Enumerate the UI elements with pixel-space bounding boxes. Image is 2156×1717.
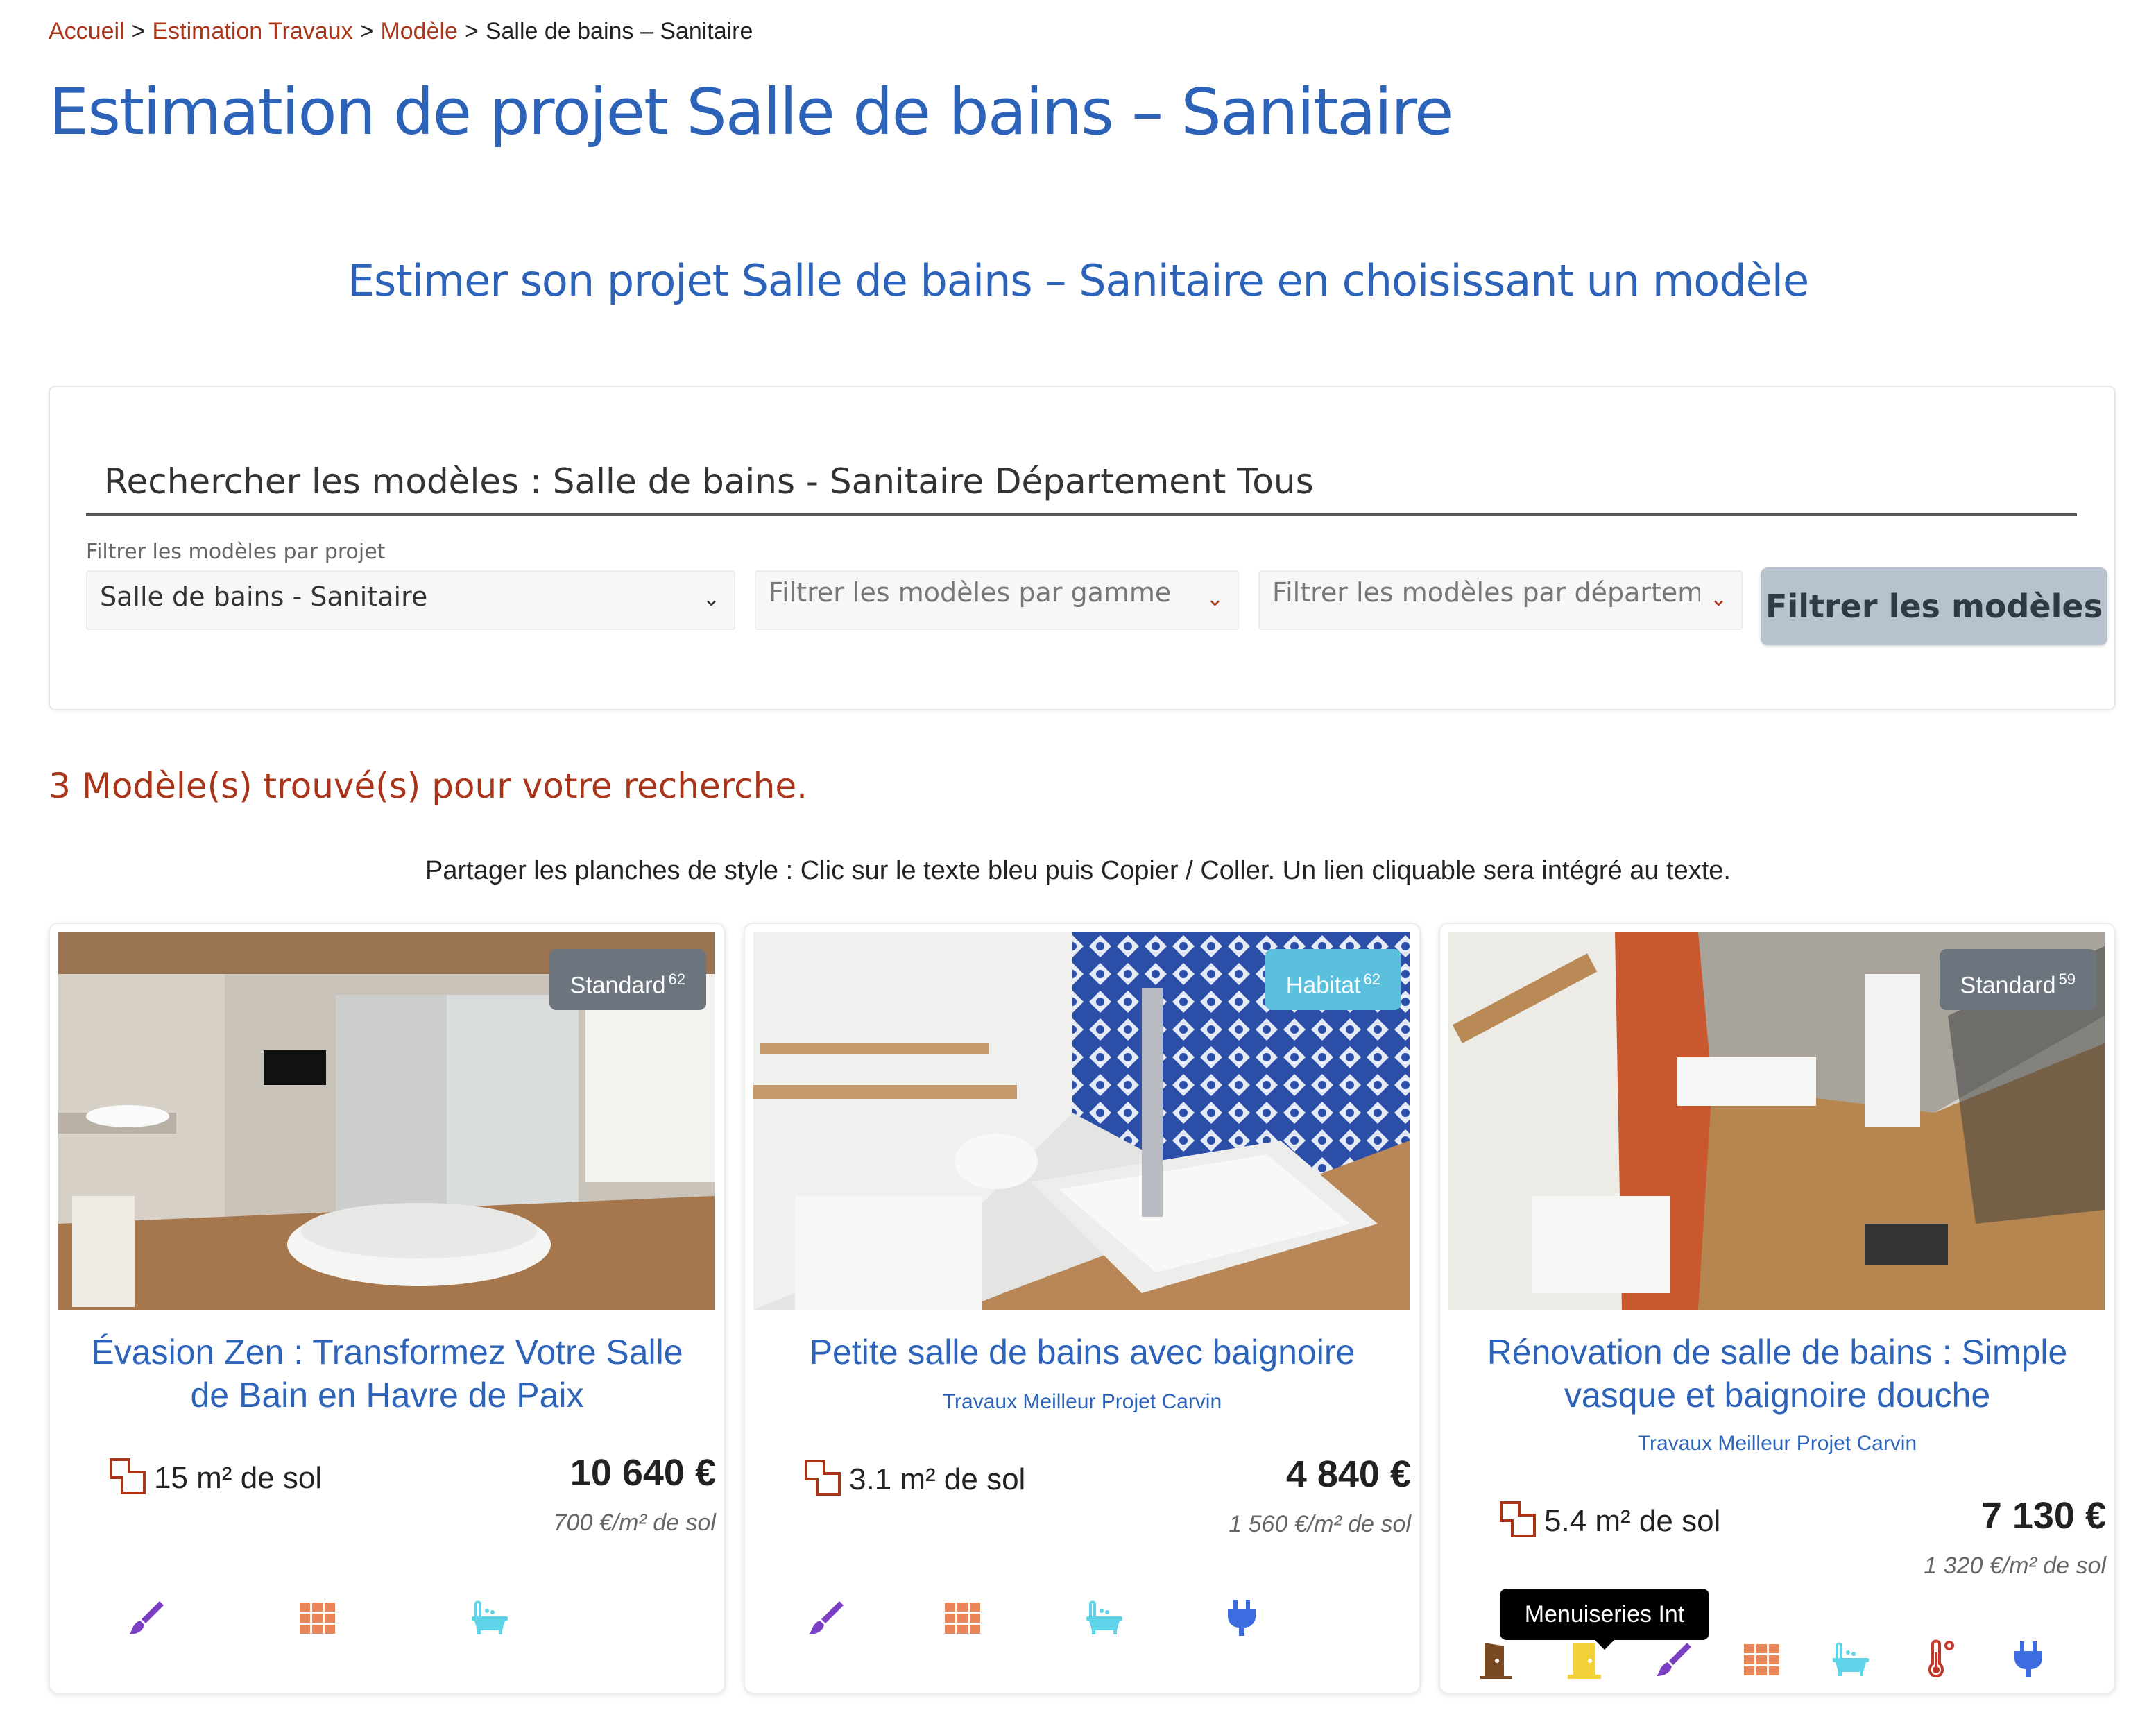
model-card-author[interactable]: Travaux Meilleur Projet Carvin <box>745 1390 1419 1414</box>
share-note: Partager les planches de style : Clic su… <box>425 856 1731 885</box>
breadcrumb-link-estimation[interactable]: Estimation Travaux <box>152 18 352 44</box>
model-card-price: 10 640 € <box>570 1452 716 1494</box>
model-card-image[interactable]: Standard 59 <box>1448 932 2105 1310</box>
department-filter-select[interactable]: Filtrer les modèles par département ⌄ <box>1258 570 1743 630</box>
model-card-image[interactable]: Habitat 62 <box>753 932 1410 1310</box>
page-title: Estimation de projet Salle de bains – Sa… <box>49 75 1453 149</box>
model-card-area: 5.4 m² de sol <box>1498 1500 1720 1546</box>
department-filter-placeholder: Filtrer les modèles par département <box>1272 577 1700 608</box>
breadcrumb-separator: > <box>131 18 146 44</box>
model-card-image[interactable]: Standard 62 <box>58 932 715 1310</box>
model-card-area-text: 5.4 m² de sol <box>1544 1504 1721 1539</box>
page: Accueil > Estimation Travaux > Modèle > Salle … <box>0 0 2156 1717</box>
model-card-title[interactable]: Évasion Zen : Transformez Votre Salle de… <box>71 1331 703 1417</box>
floor-area-icon <box>1498 1500 1537 1546</box>
breadcrumb-separator: > <box>359 18 374 44</box>
model-card-price: 4 840 € <box>1285 1453 1411 1495</box>
range-badge-label: Standard <box>1960 972 2056 999</box>
model-card[interactable]: Standard 62 Évasion Zen : Transformez Vot… <box>49 923 726 1694</box>
model-card-price-per-m2: 1 320 €/m² de sol <box>1924 1553 2106 1579</box>
model-card[interactable]: Habitat 62 Petite salle de bains avec bai… <box>744 923 1421 1694</box>
page-subtitle: Estimer son projet Salle de bains – Sani… <box>347 255 1809 306</box>
search-input[interactable] <box>86 450 2077 516</box>
tiles-icon[interactable] <box>1741 1639 1783 1680</box>
breadcrumb: Accueil > Estimation Travaux > Modèle > Salle … <box>49 18 753 45</box>
interior-door-icon[interactable] <box>1475 1639 1516 1680</box>
electric-plug-icon[interactable] <box>1221 1597 1263 1639</box>
model-card-area-text: 3.1 m² de sol <box>849 1462 1026 1497</box>
icon-tooltip: Menuiseries Int <box>1500 1589 1709 1650</box>
thermometer-icon[interactable] <box>1919 1639 1960 1680</box>
range-badge: Standard 59 <box>1939 949 2096 1010</box>
tiles-icon[interactable] <box>942 1597 984 1639</box>
bathtub-icon[interactable] <box>469 1597 511 1639</box>
bathtub-icon[interactable] <box>1084 1597 1125 1639</box>
project-filter-label: Filtrer les modèles par projet <box>86 540 386 564</box>
range-badge: Standard 62 <box>549 949 706 1010</box>
range-badge-label: Standard <box>570 972 666 999</box>
range-badge-label: Habitat <box>1285 972 1361 999</box>
bathtub-icon[interactable] <box>1830 1639 1872 1680</box>
breadcrumb-separator: > <box>464 18 479 44</box>
range-filter-select[interactable]: Filtrer les modèles par gamme ⌄ <box>755 570 1239 630</box>
chevron-down-icon: ⌄ <box>1206 587 1224 611</box>
paint-brush-icon[interactable] <box>125 1597 166 1639</box>
search-panel: Filtrer les modèles par projet Salle de … <box>49 386 2116 710</box>
paint-brush-icon[interactable] <box>1652 1639 1694 1680</box>
range-filter-placeholder: Filtrer les modèles par gamme <box>769 577 1172 608</box>
model-card-price-per-m2: 1 560 €/m² de sol <box>1229 1511 1411 1537</box>
model-card-area: 3.1 m² de sol <box>803 1458 1025 1505</box>
model-card-price: 7 130 € <box>1980 1495 2106 1537</box>
chevron-down-icon: ⌄ <box>702 587 720 611</box>
project-filter-select[interactable]: Salle de bains - Sanitaire ⌄ <box>86 570 735 630</box>
electric-plug-icon[interactable] <box>2008 1639 2049 1680</box>
model-card-area-text: 15 m² de sol <box>154 1461 323 1496</box>
floor-area-icon <box>108 1457 147 1503</box>
tiles-icon[interactable] <box>297 1597 339 1639</box>
model-card-author[interactable]: Travaux Meilleur Projet Carvin <box>1440 1432 2114 1455</box>
model-card-title[interactable]: Petite salle de bains avec baignoire <box>766 1331 1398 1374</box>
breadcrumb-link-home[interactable]: Accueil <box>49 18 125 44</box>
breadcrumb-link-model[interactable]: Modèle <box>380 18 458 44</box>
range-badge-count: 62 <box>668 971 685 988</box>
floor-area-icon <box>803 1458 842 1505</box>
project-filter-value: Salle de bains - Sanitaire <box>100 581 428 612</box>
paint-brush-icon[interactable] <box>805 1597 846 1639</box>
chevron-down-icon: ⌄ <box>1709 587 1727 611</box>
filter-models-button[interactable]: Filtrer les modèles <box>1761 567 2107 645</box>
range-badge: Habitat 62 <box>1265 949 1401 1010</box>
range-badge-count: 62 <box>1363 971 1380 988</box>
model-card-title[interactable]: Rénovation de salle de bains : Simple va… <box>1461 1331 2094 1417</box>
model-card[interactable]: Standard 59 Rénovation de salle de bains … <box>1439 923 2116 1694</box>
model-card-area: 15 m² de sol <box>108 1457 322 1503</box>
model-card-price-per-m2: 700 €/m² de sol <box>553 1510 716 1536</box>
result-count: 3 Modèle(s) trouvé(s) pour votre recherc… <box>49 766 808 806</box>
range-badge-count: 59 <box>2058 971 2076 988</box>
breadcrumb-current: Salle de bains – Sanitaire <box>485 18 753 44</box>
